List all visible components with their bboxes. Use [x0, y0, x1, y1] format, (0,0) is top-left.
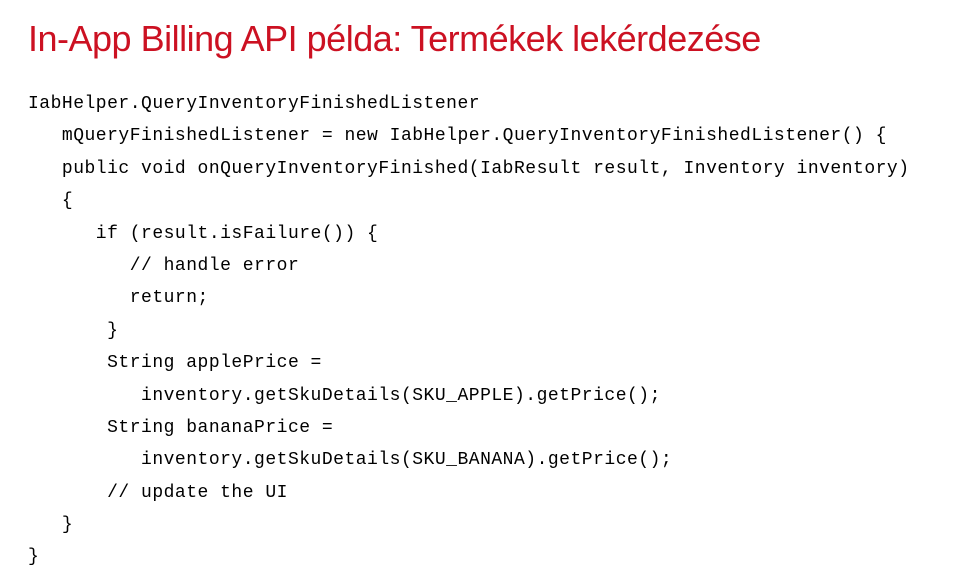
page-title: In-App Billing API példa: Termékek lekér…	[28, 18, 932, 60]
code-line: inventory.getSkuDetails(SKU_APPLE).getPr…	[28, 386, 661, 406]
code-line: mQueryFinishedListener = new IabHelper.Q…	[28, 126, 887, 146]
code-line: public void onQueryInventoryFinished(Iab…	[28, 159, 910, 179]
code-line: // update the UI	[28, 483, 288, 503]
code-line: String bananaPrice =	[28, 418, 333, 438]
code-block: IabHelper.QueryInventoryFinishedListener…	[28, 88, 932, 574]
code-line: // handle error	[28, 256, 299, 276]
code-line: inventory.getSkuDetails(SKU_BANANA).getP…	[28, 450, 672, 470]
code-line: {	[28, 191, 73, 211]
code-line: IabHelper.QueryInventoryFinishedListener	[28, 94, 480, 114]
code-line: }	[28, 515, 73, 535]
code-line: return;	[28, 288, 209, 308]
code-line: }	[28, 547, 39, 567]
code-line: String applePrice =	[28, 353, 322, 373]
code-line: if (result.isFailure()) {	[28, 224, 378, 244]
code-line: }	[28, 321, 118, 341]
